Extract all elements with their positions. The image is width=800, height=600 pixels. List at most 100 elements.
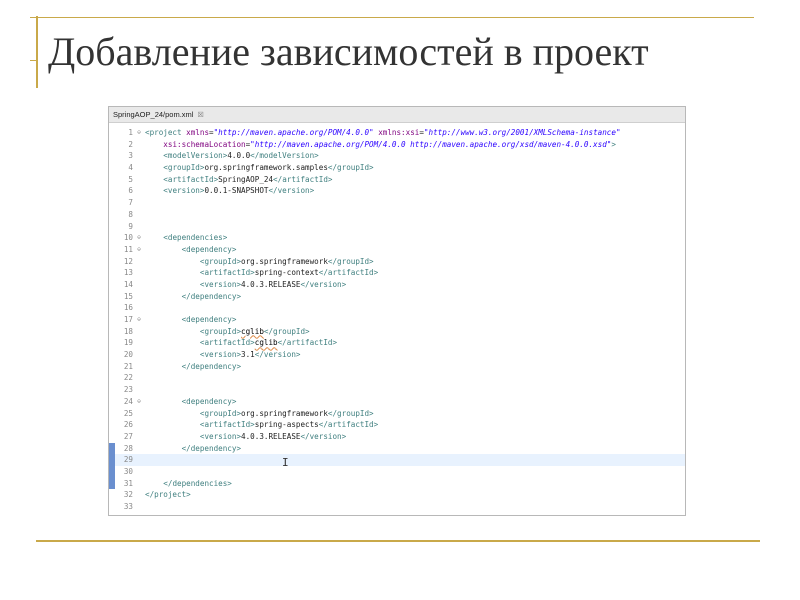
code-line[interactable]: 25 <groupId>org.springframework</groupId… xyxy=(109,408,685,420)
line-number: 9 xyxy=(128,221,133,231)
code-text: <project xmlns="http://maven.apache.org/… xyxy=(143,127,621,139)
code-line[interactable]: 24 ⊖ <dependency> xyxy=(109,396,685,408)
fold-gutter xyxy=(135,139,143,151)
code-line[interactable]: 7 xyxy=(109,197,685,209)
code-text: <modelVersion>4.0.0</modelVersion> xyxy=(143,150,318,162)
bottom-rule xyxy=(36,540,760,542)
editor-tab-label: SpringAOP_24/pom.xml xyxy=(113,110,194,119)
code-token-attr: xsi:schemaLocation xyxy=(163,139,246,149)
code-line[interactable]: 8 xyxy=(109,209,685,221)
close-icon[interactable]: ☒ xyxy=(197,111,203,119)
line-number: 8 xyxy=(128,209,133,219)
line-number: 6 xyxy=(128,186,133,196)
fold-gutter xyxy=(135,466,143,478)
code-line[interactable]: 28 </dependency> xyxy=(109,442,685,455)
code-line[interactable]: 27 <version>4.0.3.RELEASE</version> xyxy=(109,431,685,443)
code-text: <version>0.0.1-SNAPSHOT</version> xyxy=(143,185,314,197)
code-token-tag: <dependency> xyxy=(181,315,237,324)
code-line[interactable]: 5 <artifactId>SpringAOP_24</artifactId> xyxy=(109,174,685,186)
line-number: 18 xyxy=(123,326,133,336)
text-cursor-icon: I xyxy=(282,456,289,469)
code-token-tag: <modelVersion> xyxy=(163,151,228,161)
code-area[interactable]: 1 ⊖ <project xmlns="http://maven.apache.or… xyxy=(109,123,685,513)
fold-gutter xyxy=(135,302,143,314)
code-line[interactable]: 26 <artifactId>spring-aspects</artifactI… xyxy=(109,419,685,431)
code-line[interactable]: 16 xyxy=(109,302,685,314)
code-token-tag: <artifactId> xyxy=(163,174,219,184)
code-text: </dependencies> xyxy=(143,478,232,490)
line-number: 12 xyxy=(123,256,133,266)
code-token-tag: </version> xyxy=(300,431,347,441)
code-line[interactable]: 6 <version>0.0.1-SNAPSHOT</version> xyxy=(109,185,685,197)
code-line[interactable]: 10 ⊖ <dependencies> xyxy=(109,232,685,244)
fold-gutter xyxy=(135,150,143,162)
code-line[interactable]: 15 </dependency> xyxy=(109,291,685,303)
code-token-val: "http://maven.apache.org/POM/4.0.0 http:… xyxy=(250,139,612,149)
code-token-tag: <version> xyxy=(163,186,205,196)
line-number: 2 xyxy=(128,139,133,149)
line-number: 31 xyxy=(123,478,133,488)
code-token-tag: </dependencies> xyxy=(163,478,232,488)
code-line[interactable]: 12 <groupId>org.springframework</groupId… xyxy=(109,256,685,268)
code-line[interactable]: 30 xyxy=(109,465,685,478)
code-token-tag: </artifactId> xyxy=(273,174,333,184)
line-number: 33 xyxy=(123,502,133,511)
code-token-txt: 0.0.1-SNAPSHOT xyxy=(204,186,269,196)
code-text: <version>3.1</version> xyxy=(143,349,301,361)
code-line[interactable]: 17 ⊖ <dependency> xyxy=(109,314,685,326)
fold-gutter xyxy=(135,419,143,431)
code-line[interactable]: 1 ⊖ <project xmlns="http://maven.apache.or… xyxy=(109,127,685,139)
code-line[interactable]: 4 <groupId>org.springframework.samples</… xyxy=(109,162,685,174)
code-token-txt: org.springframework.samples xyxy=(204,163,328,173)
code-line[interactable]: 13 <artifactId>spring-context</artifactI… xyxy=(109,267,685,279)
fold-gutter xyxy=(135,454,143,466)
code-line[interactable]: 32 </project> xyxy=(109,489,685,501)
line-number: 11 xyxy=(123,244,133,254)
fold-toggle-icon[interactable]: ⊖ xyxy=(135,127,143,139)
code-line[interactable]: 23 xyxy=(109,384,685,396)
fold-gutter xyxy=(135,337,143,349)
code-token-tag: </dependency> xyxy=(181,361,242,371)
code-line[interactable]: 3 <modelVersion>4.0.0</modelVersion> xyxy=(109,150,685,162)
code-token-tag: </version> xyxy=(300,279,347,289)
code-token-attr: xmlns xyxy=(186,128,210,137)
fold-toggle-icon[interactable]: ⊖ xyxy=(135,396,143,408)
code-line[interactable]: 9 xyxy=(109,221,685,233)
code-token-txt: 4.0.0 xyxy=(227,151,251,161)
line-number: 32 xyxy=(123,490,133,500)
code-token-txt: org.springframework xyxy=(241,256,328,266)
fold-toggle-icon[interactable]: ⊖ xyxy=(135,232,143,244)
fold-toggle-icon[interactable]: ⊖ xyxy=(135,314,143,326)
code-line[interactable]: 21 </dependency> xyxy=(109,361,685,373)
code-line[interactable]: 11 ⊖ <dependency> xyxy=(109,244,685,256)
code-line[interactable]: 2 xsi:schemaLocation="http://maven.apach… xyxy=(109,139,685,151)
code-line[interactable]: 31 </dependencies> xyxy=(109,477,685,490)
fold-gutter xyxy=(135,209,143,221)
code-line[interactable]: 19 <artifactId>cglib</artifactId> xyxy=(109,337,685,349)
code-line[interactable]: 20 <version>3.1</version> xyxy=(109,349,685,361)
fold-toggle-icon[interactable]: ⊖ xyxy=(135,244,143,256)
code-line[interactable]: 22 xyxy=(109,372,685,384)
code-token-tag: <version> xyxy=(199,350,242,360)
code-line[interactable]: 18 <groupId>cglib</groupId> xyxy=(109,326,685,338)
editor-tab[interactable]: SpringAOP_24/pom.xml ☒ xyxy=(109,107,685,123)
code-line[interactable]: 29 xyxy=(109,454,685,466)
code-token-tag: <dependency> xyxy=(181,396,237,406)
code-text: <dependency> xyxy=(143,396,237,408)
code-editor[interactable]: SpringAOP_24/pom.xml ☒ 1 ⊖ <project xmlns=… xyxy=(108,106,686,516)
code-token-spell: cglib xyxy=(241,326,264,336)
code-text: <artifactId>cglib</artifactId> xyxy=(143,337,337,349)
code-line[interactable]: 33 xyxy=(109,501,685,513)
code-token-tag: </dependency> xyxy=(181,443,242,453)
code-line[interactable]: 14 <version>4.0.3.RELEASE</version> xyxy=(109,279,685,291)
line-number: 17 xyxy=(123,315,133,324)
code-text: <artifactId>spring-context</artifactId> xyxy=(143,267,378,279)
